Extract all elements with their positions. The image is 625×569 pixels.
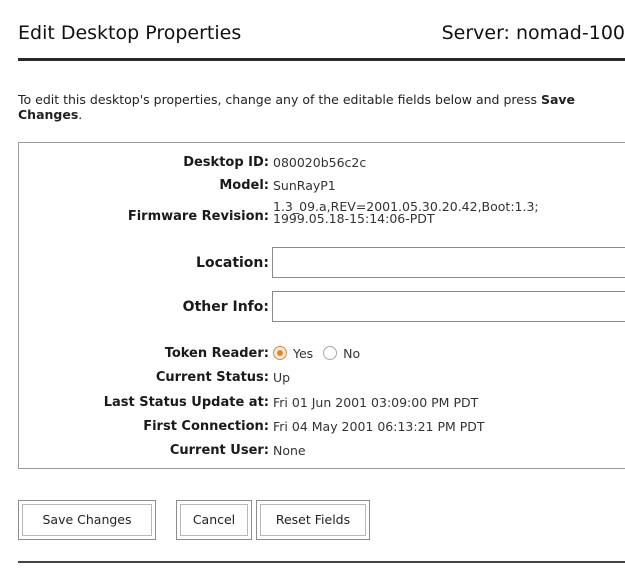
reset-fields-button[interactable]: Reset Fields bbox=[256, 500, 370, 540]
firmware-value-line2: 1999.05.18-15:14:06-PDT bbox=[273, 211, 435, 226]
instructions-end: . bbox=[78, 107, 83, 122]
reset-fields-label[interactable]: Reset Fields bbox=[260, 504, 366, 536]
first-connection-label: First Connection: bbox=[143, 419, 269, 434]
current-user-label: Current User: bbox=[169, 443, 269, 458]
cancel-label[interactable]: Cancel bbox=[180, 504, 248, 536]
model-value: SunRayP1 bbox=[273, 178, 336, 193]
desktop-id-value: 080020b56c2c bbox=[273, 155, 367, 170]
token-reader-yes-label[interactable]: Yes bbox=[293, 346, 313, 361]
footer-divider bbox=[18, 561, 625, 563]
last-status-update-label: Last Status Update at: bbox=[103, 395, 269, 410]
model-label: Model: bbox=[219, 178, 269, 193]
page-title: Edit Desktop Properties bbox=[18, 22, 242, 44]
desktop-id-label: Desktop ID: bbox=[183, 155, 269, 170]
last-status-update-value: Fri 01 Jun 2001 03:09:00 PM PDT bbox=[273, 395, 479, 410]
location-input[interactable] bbox=[272, 247, 625, 278]
instructions-text: To edit this desktop's properties, chang… bbox=[18, 92, 541, 107]
current-status-value: Up bbox=[273, 370, 291, 385]
other-info-label: Other Info: bbox=[182, 299, 269, 315]
token-reader-options: Yes No bbox=[273, 346, 366, 361]
firmware-value: 1.3_09.a,REV=2001.05.30.20.42,Boot:1.3; … bbox=[273, 200, 539, 226]
firmware-label: Firmware Revision: bbox=[127, 209, 269, 224]
token-reader-no-radio[interactable] bbox=[323, 346, 338, 360]
cancel-button[interactable]: Cancel bbox=[176, 500, 252, 540]
save-changes-button[interactable]: Save Changes bbox=[18, 500, 156, 540]
page-header: Edit Desktop Properties Server: nomad-10… bbox=[18, 16, 625, 61]
first-connection-value: Fri 04 May 2001 06:13:21 PM PDT bbox=[273, 419, 485, 434]
server-name: Server: nomad-100 bbox=[441, 22, 625, 44]
current-status-label: Current Status: bbox=[155, 370, 269, 385]
instructions: To edit this desktop's properties, chang… bbox=[18, 92, 618, 122]
current-user-value: None bbox=[273, 443, 306, 458]
header-divider bbox=[18, 58, 625, 61]
properties-panel: Desktop ID: 080020b56c2c Model: SunRayP1… bbox=[18, 142, 625, 469]
token-reader-label: Token Reader: bbox=[164, 346, 269, 361]
token-reader-yes-radio[interactable] bbox=[273, 346, 287, 360]
other-info-input[interactable] bbox=[272, 291, 625, 322]
token-reader-no-label[interactable]: No bbox=[343, 346, 360, 361]
save-changes-label[interactable]: Save Changes bbox=[22, 504, 152, 536]
location-label: Location: bbox=[196, 255, 269, 271]
